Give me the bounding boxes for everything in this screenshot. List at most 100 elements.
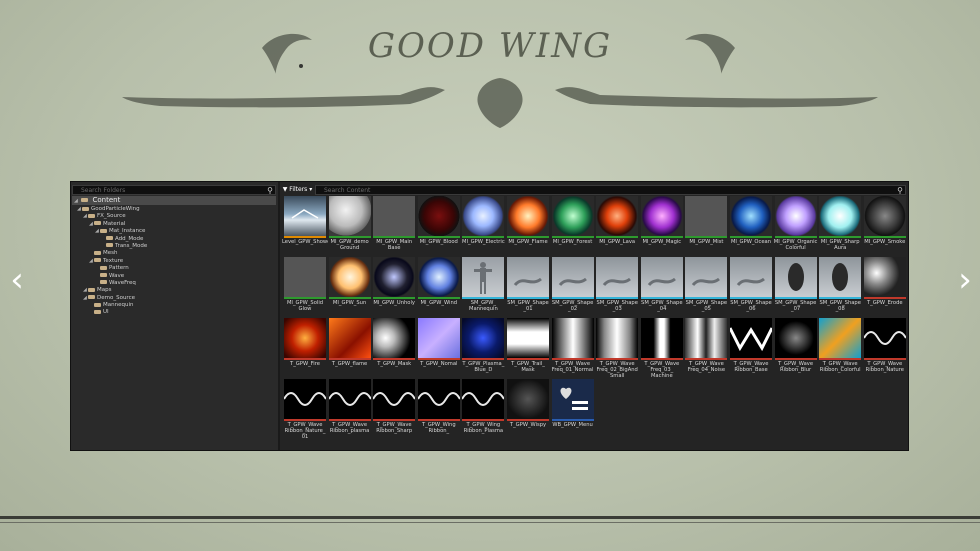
folder-label: Material: [103, 220, 126, 227]
folder-tree-item[interactable]: ◢ Maps: [71, 287, 278, 294]
asset-thumbnail: [596, 196, 639, 236]
folder-icon: [100, 265, 107, 270]
asset-label: T_GPW_Wave Freq_03_ Machine: [644, 361, 680, 379]
asset-thumbnail: [507, 257, 549, 297]
asset-thumbnail: [774, 318, 817, 358]
asset-type-bar: [328, 358, 371, 360]
asset-label: SM_GPW_Shape _05: [685, 300, 728, 312]
asset-label: SM_GPW_Shape _08: [819, 300, 861, 312]
asset-label: SM_GPW_Shape _04: [641, 300, 683, 312]
search-content-input[interactable]: Search Content ⚲: [315, 185, 906, 195]
asset-thumbnail: [551, 318, 594, 358]
asset-type-bar: [507, 297, 549, 299]
folder-icon: [106, 243, 113, 248]
folder-tree-item[interactable]: Wave: [71, 273, 278, 280]
folder-tree-item[interactable]: ◢ GoodParticleWing: [71, 206, 278, 213]
folder-tree-item[interactable]: ◢ Texture: [71, 258, 278, 265]
search-icon[interactable]: ⚲: [897, 186, 903, 196]
asset-label: T_GPW_Wave Ribbon_Colorful: [819, 361, 861, 373]
folder-tree-item[interactable]: ◢ Mat_Instance: [71, 228, 278, 235]
asset-label: MI_GPW_Wind: [420, 300, 458, 306]
folder-label: Mannequin: [103, 302, 134, 309]
asset-label: SM_GPW_Shape _07: [774, 300, 817, 312]
next-arrow-icon[interactable]: ›: [950, 262, 980, 298]
asset-thumbnail: [284, 379, 326, 419]
content-root-folder[interactable]: ◢ Content: [72, 196, 276, 205]
asset-type-bar: [819, 358, 862, 360]
asset-thumbnail: [417, 257, 460, 297]
asset-thumbnail: [819, 318, 862, 358]
folder-tree-item[interactable]: ◢ Demo_Source: [71, 295, 278, 302]
asset-label: T_GPW_Wispy: [509, 422, 547, 428]
bottom-divider-thin: [0, 522, 980, 523]
folder-icon: [81, 198, 89, 202]
folder-icon: [88, 213, 95, 218]
asset-label: SM_GPW_Shape _06: [730, 300, 772, 312]
folder-tree-item[interactable]: Pattern: [71, 265, 278, 272]
asset-type-bar: [730, 358, 772, 360]
asset-label: MI_GPW_Sun: [332, 300, 367, 306]
asset-type-bar: [507, 419, 549, 421]
asset-type-bar: [551, 236, 594, 238]
asset-thumbnail: [462, 257, 505, 297]
asset-label: T_GPW_Mask: [377, 361, 412, 367]
asset-label: T_GPW_flame: [331, 361, 368, 367]
asset-type-bar: [819, 236, 862, 238]
asset-thumbnail: [730, 318, 772, 358]
asset-thumbnail: [462, 318, 505, 358]
asset-type-bar: [685, 358, 728, 360]
folder-tree-item[interactable]: UI: [71, 309, 278, 316]
asset-label: T_GPW_Wave Ribbon_Sharp: [376, 422, 413, 434]
asset-thumbnail: [328, 257, 371, 297]
asset-thumbnail: [596, 257, 639, 297]
search-icon[interactable]: ⚲: [267, 186, 273, 196]
folder-tree-item[interactable]: Mannequin: [71, 302, 278, 309]
folder-tree-item[interactable]: Mesh: [71, 250, 278, 257]
folder-tree-item[interactable]: Trans_Mode: [71, 243, 278, 250]
asset-type-bar: [328, 297, 371, 299]
folder-tree-item[interactable]: WaveFreq: [71, 280, 278, 287]
asset-label: SM_GPW_Shape _01: [507, 300, 549, 312]
right-vine-ornament: [555, 87, 878, 108]
asset-type-bar: [284, 358, 326, 360]
asset-thumbnail: [284, 318, 326, 358]
expand-arrow-icon[interactable]: ◢: [74, 197, 79, 206]
folder-tree-item[interactable]: Add_Mode: [71, 236, 278, 243]
search-folders-input[interactable]: Search Folders ⚲: [72, 185, 276, 195]
bottom-divider: [0, 516, 980, 519]
asset-thumbnail: [685, 196, 728, 236]
asset-type-bar: [640, 236, 683, 238]
asset-label: MI_GPW_Electric: [462, 239, 505, 245]
asset-label: MI_GPW_Flame: [508, 239, 548, 245]
folder-tree-item[interactable]: ◢ FX_Source: [71, 213, 278, 220]
asset-type-bar: [730, 236, 772, 238]
asset-thumbnail: [417, 196, 460, 236]
asset-label: T_GPW_Erode: [867, 300, 903, 306]
asset-label: T_GPW_Wave Freq_04_Noise: [687, 361, 726, 373]
folder-tree: ◢ GoodParticleWing ◢ FX_Source ◢ Material ◢ Mat…: [71, 206, 278, 317]
asset-thumbnail: [507, 196, 549, 236]
asset-thumbnail: [863, 196, 906, 236]
filters-button[interactable]: ▼ Filters ▾: [282, 185, 313, 194]
asset-type-bar: [551, 358, 594, 360]
folder-tree-item[interactable]: ◢ Material: [71, 221, 278, 228]
folder-icon: [88, 287, 95, 292]
prev-arrow-icon[interactable]: ‹: [2, 262, 32, 298]
asset-thumbnail: [507, 318, 549, 358]
asset-type-bar: [774, 358, 817, 360]
folder-label: Add_Mode: [115, 235, 144, 242]
asset-type-bar: [596, 236, 639, 238]
asset-thumbnail: [730, 196, 772, 236]
folder-icon: [88, 295, 95, 300]
asset-type-bar: [640, 297, 683, 299]
asset-thumbnail: [462, 196, 505, 236]
asset-type-bar: [685, 236, 728, 238]
asset-thumbnail: [774, 196, 817, 236]
asset-label: T_GPW_Fire: [290, 361, 320, 367]
asset-label: T_GPW_Wave Freq_02_BigAnd Small: [596, 361, 638, 379]
asset-label: MI_GPW_Blood: [419, 239, 458, 245]
folder-panel: Search Folders ⚲ ◢ Content ◢ GoodParticle…: [71, 182, 280, 450]
asset-label: T_GPW_Wing Ribbon_: [421, 422, 456, 434]
asset-type-bar: [774, 236, 817, 238]
asset-thumbnail: [596, 318, 639, 358]
